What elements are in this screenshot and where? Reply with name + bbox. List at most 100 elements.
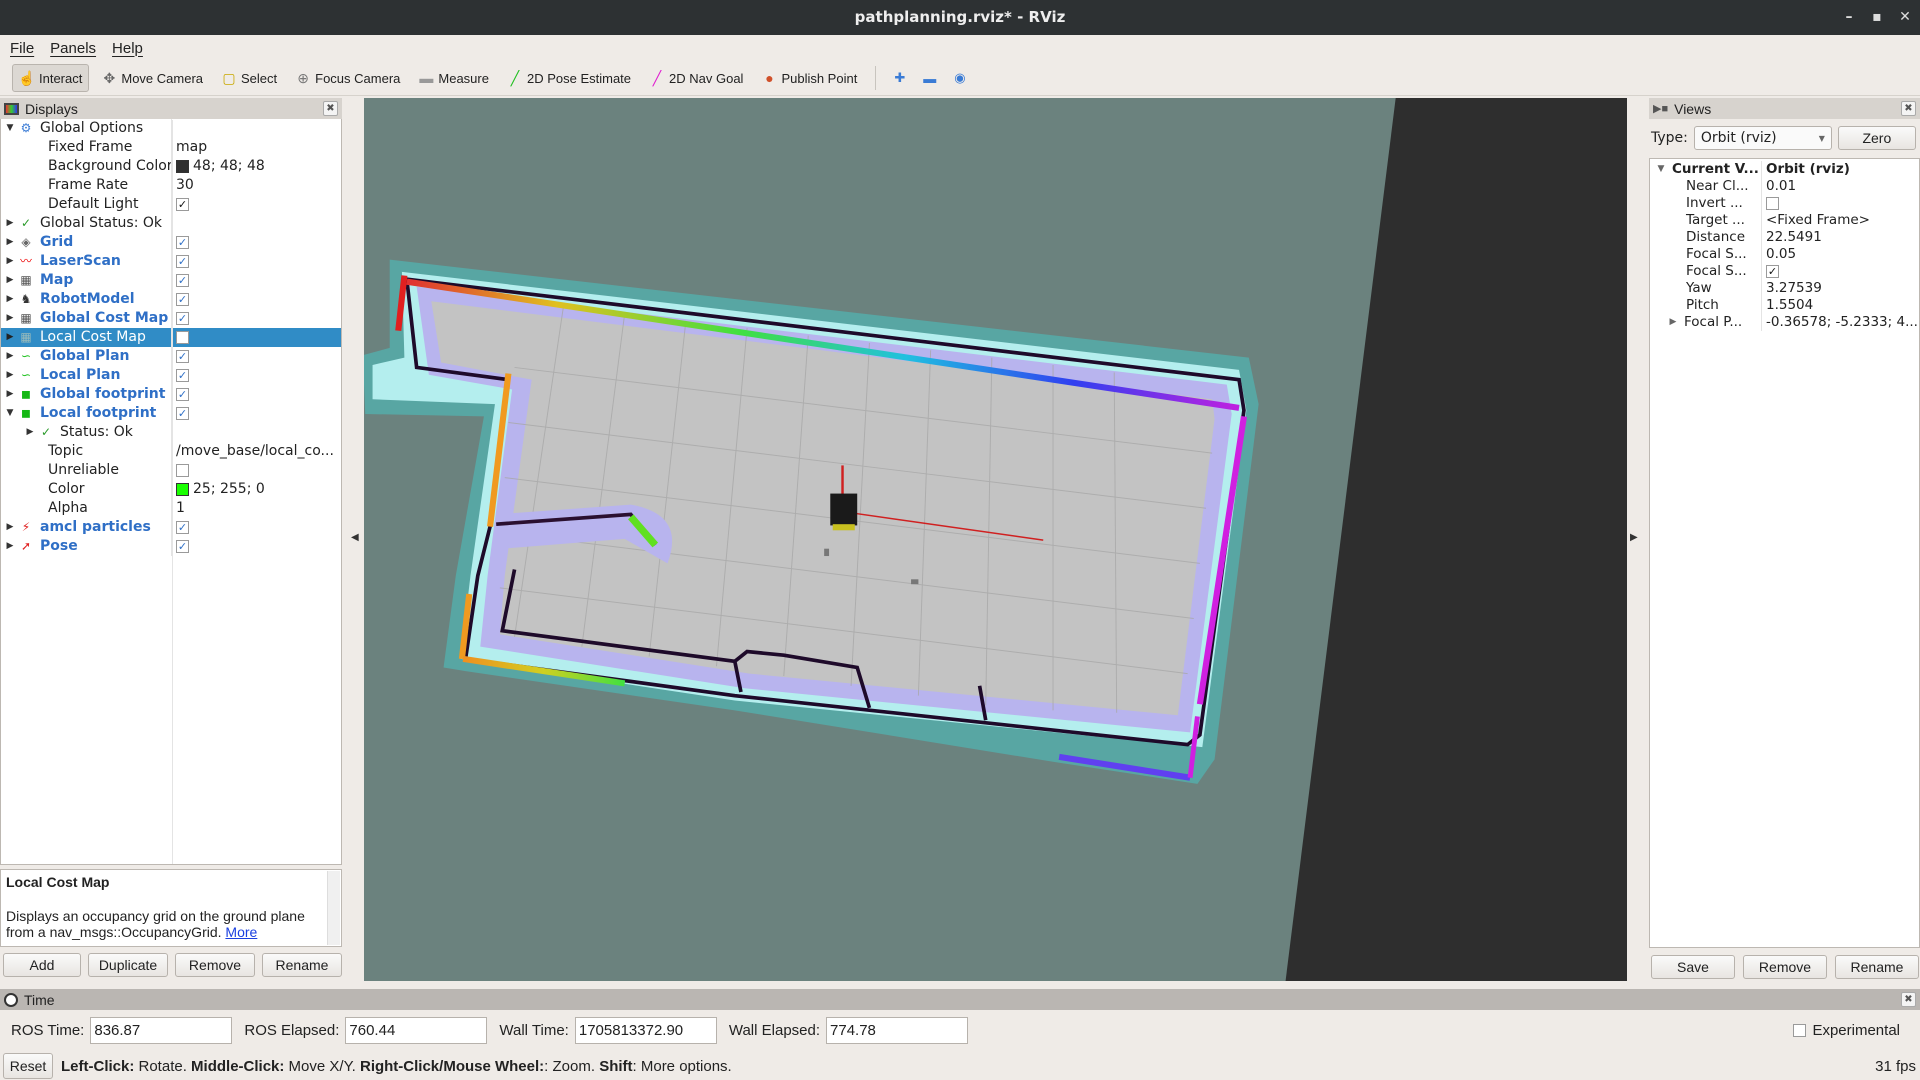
ros-time-field[interactable]: 836.87: [90, 1017, 233, 1044]
duplicate-button[interactable]: Duplicate: [88, 953, 168, 977]
wall-time-field[interactable]: 1705813372.90: [574, 1017, 717, 1044]
enable-checkbox[interactable]: ✓: [176, 369, 189, 382]
tree-row-local-plan[interactable]: ▶ ∽ Local Plan ✓: [1, 366, 341, 385]
expand-arrow-icon[interactable]: ▶: [3, 233, 17, 252]
close-panel-button[interactable]: ✖: [1901, 992, 1916, 1007]
view-row-focal-s[interactable]: Focal S... 0.05: [1650, 246, 1919, 263]
tool-publish-point[interactable]: ● Publish Point: [755, 64, 863, 92]
expand-arrow-icon[interactable]: ▶: [3, 252, 17, 271]
enable-checkbox[interactable]: ✓: [176, 388, 189, 401]
tree-row-background-color[interactable]: Background Color 48; 48; 48: [1, 157, 341, 176]
tree-row-fixed-frame[interactable]: Fixed Frame map: [1, 138, 341, 157]
close-panel-button[interactable]: ✖: [1901, 101, 1916, 116]
view-value[interactable]: Orbit (rviz): [1766, 161, 1850, 178]
ros-elapsed-field[interactable]: 760.44: [345, 1017, 488, 1044]
view-value[interactable]: 22.5491: [1766, 229, 1822, 246]
tree-value[interactable]: 48; 48; 48: [193, 157, 265, 176]
tree-row-alpha[interactable]: Alpha 1: [1, 499, 341, 518]
tool-focus-camera[interactable]: ⊕ Focus Camera: [289, 64, 406, 92]
tree-row-grid[interactable]: ▶ ◈ Grid ✓: [1, 233, 341, 252]
tree-row-pose[interactable]: ▶ ➚ Pose ✓: [1, 537, 341, 556]
expand-arrow-icon[interactable]: ▶: [3, 328, 17, 347]
view-row-focal-s[interactable]: Focal S... ✓: [1650, 263, 1919, 280]
view-value[interactable]: <Fixed Frame>: [1766, 212, 1870, 229]
enable-checkbox[interactable]: ✓: [176, 312, 189, 325]
tree-row-default-light[interactable]: Default Light ✓: [1, 195, 341, 214]
view-value[interactable]: 0.01: [1766, 178, 1796, 195]
color-swatch[interactable]: [176, 483, 189, 496]
experimental-checkbox[interactable]: [1793, 1024, 1807, 1037]
plus-icon[interactable]: ✚: [888, 64, 911, 92]
view-value[interactable]: 0.05: [1766, 246, 1796, 263]
tool-select[interactable]: ▢ Select: [215, 64, 283, 92]
expand-arrow-icon[interactable]: ▶: [3, 537, 17, 556]
add-button[interactable]: Add: [3, 953, 81, 977]
tree-row-global-options[interactable]: ▼ ⚙ Global Options: [1, 119, 341, 138]
view-row-yaw[interactable]: Yaw 3.27539: [1650, 280, 1919, 297]
view-checkbox[interactable]: ✓: [1766, 265, 1779, 278]
enable-checkbox[interactable]: ✓: [176, 521, 189, 534]
enable-checkbox[interactable]: [176, 464, 189, 477]
remove-button[interactable]: Remove: [175, 953, 255, 977]
camera-eye-icon[interactable]: ◉: [948, 64, 971, 92]
collapse-arrow-icon[interactable]: ▼: [3, 119, 17, 138]
reset-button[interactable]: Reset: [3, 1053, 53, 1079]
rename-button[interactable]: Rename: [262, 953, 342, 977]
tree-row-color[interactable]: Color 25; 255; 0: [1, 480, 341, 499]
maximize-button[interactable]: ▪: [1862, 0, 1892, 35]
more-info-link[interactable]: More: [225, 924, 257, 940]
tree-row-global-plan[interactable]: ▶ ∽ Global Plan ✓: [1, 347, 341, 366]
enable-checkbox[interactable]: ✓: [176, 198, 189, 211]
expand-arrow-icon[interactable]: ▶: [3, 385, 17, 404]
collapse-arrow-icon[interactable]: ▼: [3, 404, 17, 423]
menu-help[interactable]: Help: [112, 40, 143, 57]
enable-checkbox[interactable]: ✓: [176, 236, 189, 249]
tool-2d-nav-goal[interactable]: ╱ 2D Nav Goal: [643, 64, 749, 92]
save-view-button[interactable]: Save: [1651, 955, 1735, 979]
minus-icon[interactable]: ▬: [917, 64, 942, 92]
tree-row-global-cost-map[interactable]: ▶ ▦ Global Cost Map ✓: [1, 309, 341, 328]
view-row-pitch[interactable]: Pitch 1.5504: [1650, 297, 1919, 314]
tree-row-local-cost-map[interactable]: ▶ ▦ Local Cost Map: [1, 328, 341, 347]
tree-row-laserscan[interactable]: ▶ 〰 LaserScan ✓: [1, 252, 341, 271]
tool-interact[interactable]: ☝ Interact: [12, 64, 90, 92]
tree-value[interactable]: 1: [176, 499, 185, 518]
view-row-target[interactable]: Target ... <Fixed Frame>: [1650, 212, 1919, 229]
tree-value[interactable]: map: [176, 138, 207, 157]
tree-value[interactable]: 30: [176, 176, 194, 195]
tree-row-status-ok[interactable]: ▶ ✓ Status: Ok: [1, 423, 341, 442]
collapse-right-arrow[interactable]: ▶: [1630, 532, 1638, 543]
expand-arrow-icon[interactable]: ▶: [3, 271, 17, 290]
expand-arrow-icon[interactable]: ▶: [23, 423, 37, 442]
view-value[interactable]: -0.36578; -5.2333; 4....: [1766, 314, 1919, 331]
enable-checkbox[interactable]: ✓: [176, 407, 189, 420]
view-row-focal-p[interactable]: ▶ Focal P... -0.36578; -5.2333; 4....: [1650, 314, 1919, 331]
enable-checkbox[interactable]: ✓: [176, 350, 189, 363]
enable-checkbox[interactable]: ✓: [176, 540, 189, 553]
view-checkbox[interactable]: [1766, 197, 1779, 210]
tool-move-camera[interactable]: ✥ Move Camera: [95, 64, 209, 92]
tool-measure[interactable]: ▬ Measure: [412, 64, 495, 92]
close-button[interactable]: ✕: [1890, 0, 1920, 35]
expand-arrow-icon[interactable]: ▶: [3, 518, 17, 537]
expand-arrow-icon[interactable]: ▶: [3, 309, 17, 328]
view-row-distance[interactable]: Distance 22.5491: [1650, 229, 1919, 246]
3d-viewport[interactable]: [364, 98, 1627, 981]
tree-row-map[interactable]: ▶ ▦ Map ✓: [1, 271, 341, 290]
expand-arrow-icon[interactable]: ▶: [3, 290, 17, 309]
collapse-left-arrow[interactable]: ◀: [351, 532, 359, 543]
menu-file[interactable]: File: [10, 40, 34, 57]
view-row-near-cl[interactable]: Near Cl... 0.01: [1650, 178, 1919, 195]
tree-row-robotmodel[interactable]: ▶ ♞ RobotModel ✓: [1, 290, 341, 309]
wall-elapsed-field[interactable]: 774.78: [826, 1017, 969, 1044]
view-value[interactable]: 1.5504: [1766, 297, 1813, 314]
expand-arrow-icon[interactable]: ▶: [3, 214, 17, 233]
view-type-select[interactable]: Orbit (rviz) ▼: [1693, 126, 1832, 150]
tree-row-local-footprint[interactable]: ▼ ◼ Local footprint ✓: [1, 404, 341, 423]
remove-view-button[interactable]: Remove: [1743, 955, 1827, 979]
tree-value[interactable]: 25; 255; 0: [193, 480, 265, 499]
expand-arrow-icon[interactable]: ▶: [3, 347, 17, 366]
view-row-invert[interactable]: Invert ...: [1650, 195, 1919, 212]
description-scrollbar[interactable]: [327, 871, 340, 945]
enable-checkbox[interactable]: ✓: [176, 293, 189, 306]
